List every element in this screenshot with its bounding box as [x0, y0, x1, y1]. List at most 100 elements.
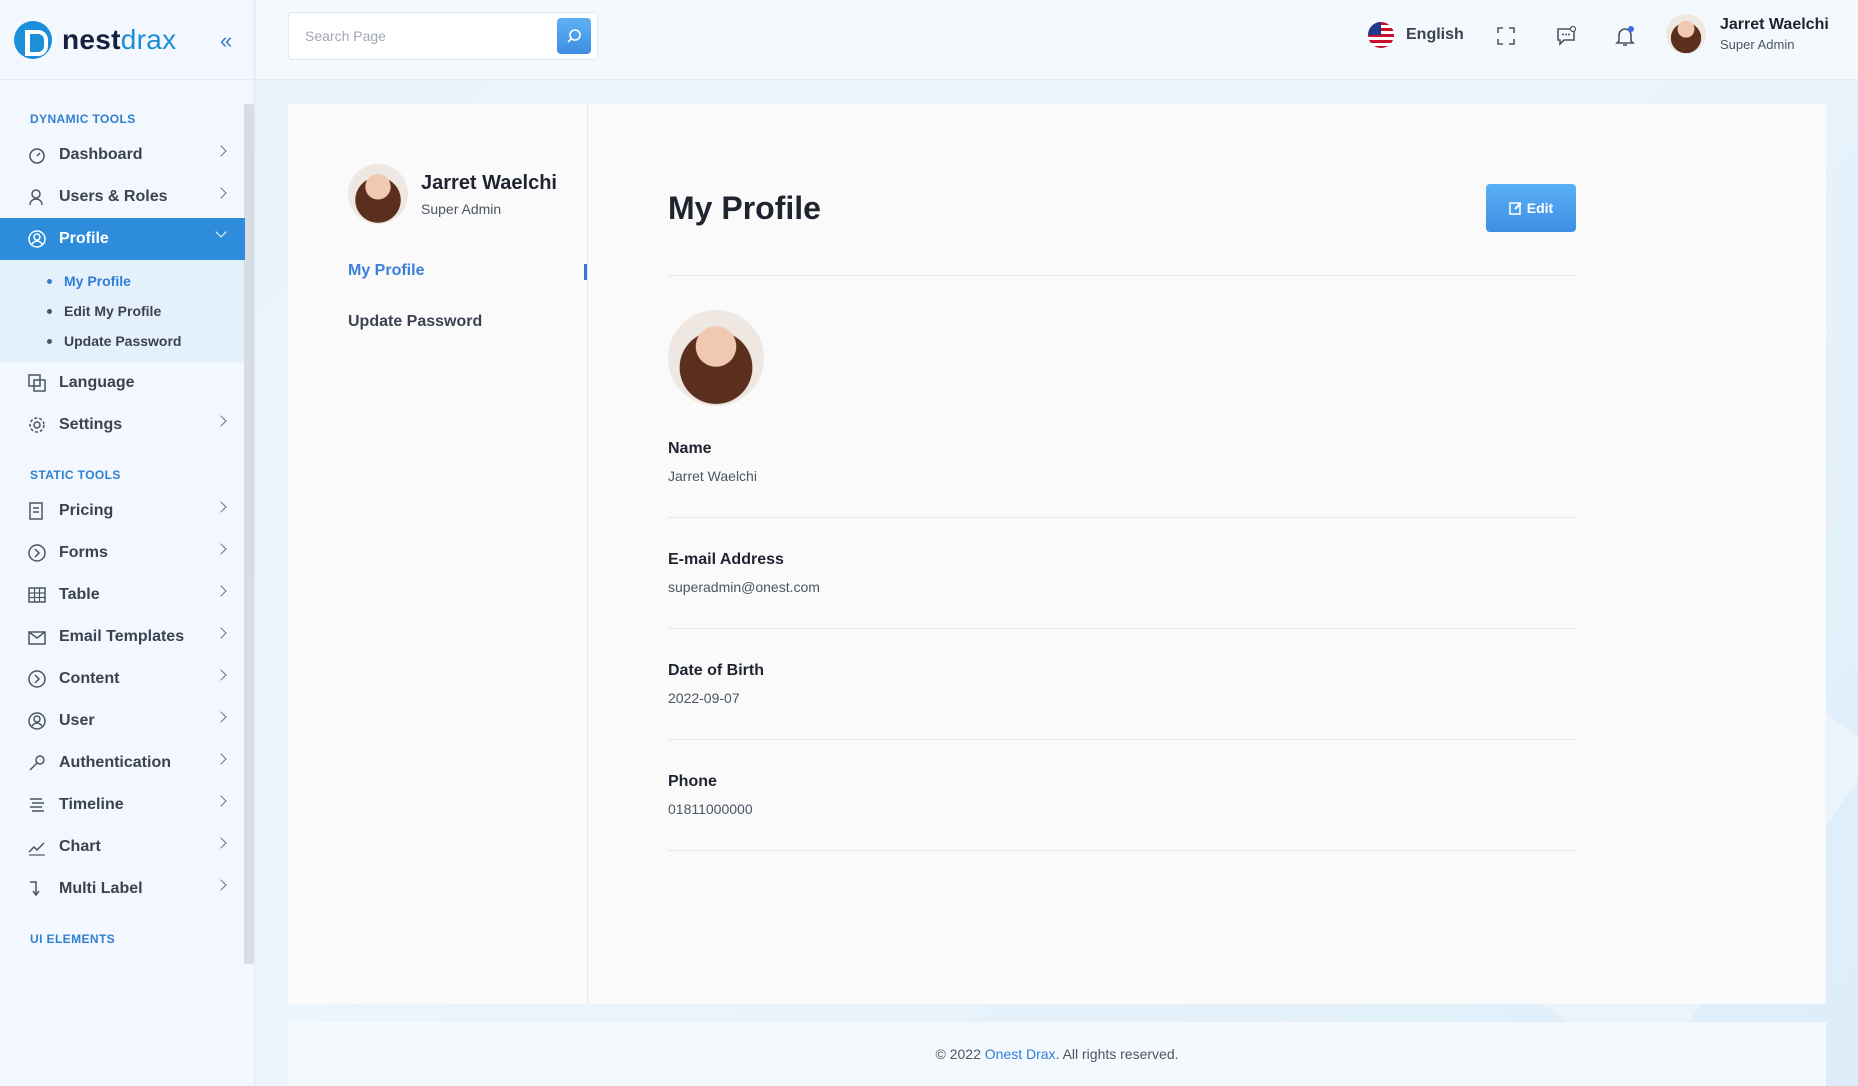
dashboard-icon	[28, 146, 46, 164]
chevron-right-icon	[215, 879, 227, 891]
us-flag-icon	[1368, 22, 1394, 48]
key-icon	[28, 754, 46, 772]
forms-icon	[28, 544, 46, 562]
divider	[668, 275, 1576, 276]
users-icon	[28, 188, 46, 206]
user-icon	[28, 712, 46, 730]
chevron-right-icon	[215, 627, 227, 639]
chart-icon	[28, 838, 46, 856]
collapse-sidebar-icon[interactable]: «	[220, 28, 232, 54]
divider	[668, 850, 1576, 851]
sidebar: nestdrax « DYNAMIC TOOLS Dashboard Users…	[0, 0, 255, 1086]
name-value: Jarret Waelchi	[668, 468, 757, 484]
language-label: English	[1406, 26, 1464, 43]
gear-icon	[28, 416, 46, 434]
page-title: My Profile	[668, 190, 821, 226]
pricing-icon	[28, 502, 46, 520]
sidebar-item-user[interactable]: User	[0, 700, 245, 742]
brand-name: nestdrax	[62, 23, 177, 55]
header-user-name: Jarret Waelchi	[1720, 16, 1829, 33]
bell-icon[interactable]	[1613, 24, 1637, 48]
footer: © 2022 Onest Drax . All rights reserved.	[288, 1022, 1826, 1086]
email-icon	[28, 628, 46, 646]
footer-suffix: . All rights reserved.	[1055, 1046, 1179, 1062]
profile-side-panel: Jarret Waelchi Super Admin My Profile Up…	[288, 104, 588, 1004]
sidebar-item-table[interactable]: Table	[0, 574, 245, 616]
sidebar-item-label: Multi Label	[59, 880, 143, 897]
submenu-item-update-password[interactable]: Update Password	[0, 326, 245, 356]
divider	[668, 628, 1576, 629]
phone-label: Phone	[668, 773, 717, 790]
footer-prefix: © 2022	[935, 1046, 985, 1062]
sidebar-item-label: Profile	[59, 230, 109, 247]
chevron-down-icon	[215, 226, 227, 238]
sidebar-item-dashboard[interactable]: Dashboard	[0, 134, 245, 176]
name-label: Name	[668, 440, 712, 457]
sidebar-item-chart[interactable]: Chart	[0, 826, 245, 868]
sidebar-item-email-templates[interactable]: Email Templates	[0, 616, 245, 658]
chevron-right-icon	[215, 795, 227, 807]
sidebar-item-pricing[interactable]: Pricing	[0, 490, 245, 532]
header-user-role: Super Admin	[1720, 37, 1795, 52]
fullscreen-icon[interactable]	[1494, 24, 1518, 48]
sidebar-item-authentication[interactable]: Authentication	[0, 742, 245, 784]
phone-value: 01811000000	[668, 801, 753, 817]
sidebar-item-label: Forms	[59, 544, 108, 561]
brand-logo-icon	[14, 20, 52, 59]
brand: nestdrax	[0, 0, 254, 80]
sidebar-item-label: Authentication	[59, 754, 171, 771]
footer-link[interactable]: Onest Drax	[985, 1046, 1056, 1062]
profile-card: Jarret Waelchi Super Admin My Profile Up…	[288, 104, 1826, 1004]
search-input[interactable]	[289, 13, 539, 59]
profile-summary: Jarret Waelchi Super Admin	[348, 164, 557, 224]
sidebar-item-timeline[interactable]: Timeline	[0, 784, 245, 826]
chevron-right-icon	[215, 145, 227, 157]
chevron-right-icon	[215, 753, 227, 765]
profile-summary-name: Jarret Waelchi	[421, 171, 557, 194]
section-title-ui: UI ELEMENTS	[30, 932, 116, 946]
edit-icon	[1509, 202, 1522, 215]
sidebar-item-multi-label[interactable]: Multi Label	[0, 868, 245, 910]
sidebar-item-label: Users & Roles	[59, 188, 168, 205]
dob-value: 2022-09-07	[668, 690, 740, 706]
edit-button-label: Edit	[1526, 200, 1554, 216]
language-selector[interactable]: English	[1368, 22, 1464, 48]
sidebar-item-label: Content	[59, 670, 120, 687]
submenu-item-my-profile[interactable]: My Profile	[0, 266, 245, 296]
section-title-static: STATIC TOOLS	[30, 468, 121, 482]
chevron-right-icon	[215, 585, 227, 597]
sidebar-item-profile[interactable]: Profile	[0, 218, 245, 260]
email-value: superadmin@onest.com	[668, 579, 820, 595]
email-label: E-mail Address	[668, 551, 784, 568]
chat-icon[interactable]	[1554, 24, 1578, 48]
section-title-dynamic: DYNAMIC TOOLS	[30, 112, 136, 126]
table-icon	[28, 586, 46, 604]
sidebar-item-users-roles[interactable]: Users & Roles	[0, 176, 245, 218]
search-button[interactable]	[557, 18, 591, 54]
sidebar-item-label: Table	[59, 586, 100, 603]
chevron-right-icon	[215, 501, 227, 513]
sidebar-item-settings[interactable]: Settings	[0, 404, 245, 446]
sidebar-item-label: User	[59, 712, 95, 729]
profile-icon	[28, 230, 46, 248]
tab-my-profile[interactable]: My Profile	[348, 262, 424, 280]
edit-button[interactable]: Edit	[1486, 184, 1576, 232]
language-icon	[28, 374, 46, 392]
top-header: English Jarret Waelchi Super Admin	[256, 0, 1858, 80]
submenu-item-edit-my-profile[interactable]: Edit My Profile	[0, 296, 245, 326]
sidebar-item-label: Email Templates	[59, 628, 185, 645]
chevron-right-icon	[215, 543, 227, 555]
sidebar-item-language[interactable]: Language	[0, 362, 245, 404]
sidebar-item-forms[interactable]: Forms	[0, 532, 245, 574]
avatar	[348, 164, 408, 224]
sidebar-item-content[interactable]: Content	[0, 658, 245, 700]
active-tab-indicator	[584, 264, 587, 280]
user-menu[interactable]: Jarret Waelchi Super Admin	[1666, 14, 1829, 54]
chevron-right-icon	[215, 415, 227, 427]
chevron-right-icon	[215, 837, 227, 849]
avatar	[1666, 14, 1706, 54]
sidebar-scrollbar[interactable]	[244, 104, 254, 964]
sidebar-item-label: Chart	[59, 838, 101, 855]
profile-summary-role: Super Admin	[421, 200, 502, 217]
tab-update-password[interactable]: Update Password	[348, 313, 482, 331]
